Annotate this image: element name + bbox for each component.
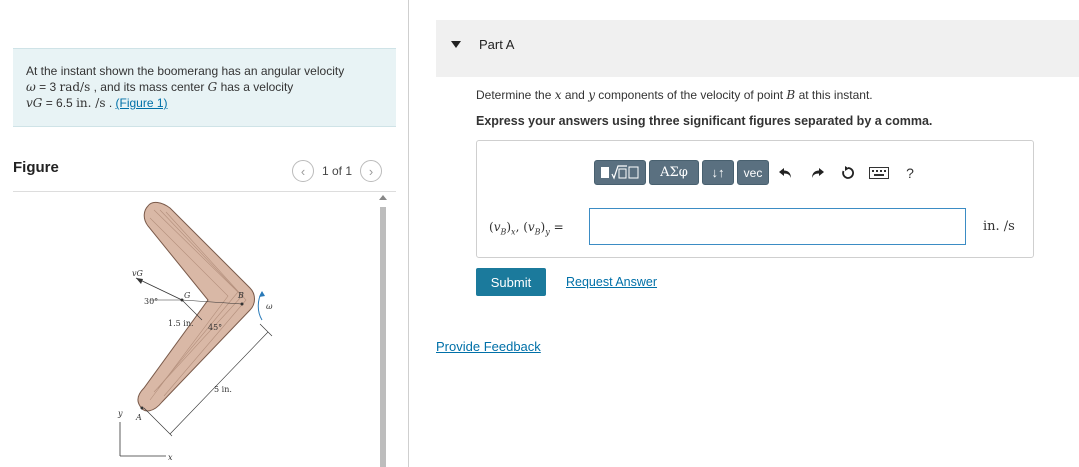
problem-end: . [105, 96, 116, 110]
g-symbol: G [207, 80, 218, 94]
vg-arrowhead [136, 278, 143, 284]
redo-icon[interactable] [803, 160, 831, 185]
left-pane: At the instant shown the boomerang has a… [0, 0, 409, 467]
label-a: A [135, 413, 142, 422]
label-vg: vG [132, 269, 144, 278]
question-suffix: components of the velocity of point [594, 88, 787, 102]
arrows-button[interactable]: ↓↑ [702, 160, 734, 185]
caret-down-icon[interactable] [451, 41, 461, 48]
reset-icon[interactable] [834, 160, 862, 185]
part-a-header[interactable]: Part A [436, 20, 1079, 77]
request-answer-link[interactable]: Request Answer [566, 275, 657, 289]
question-and: and [561, 88, 589, 102]
question-end: at this instant. [795, 88, 873, 102]
templates-button[interactable] [594, 160, 646, 185]
problem-statement: At the instant shown the boomerang has a… [13, 48, 396, 127]
question-prefix: Determine the [476, 88, 555, 102]
vg-symbol: vG [26, 96, 43, 110]
instruction-text: Express your answers using three signifi… [476, 114, 933, 128]
keyboard-icon[interactable] [865, 160, 893, 185]
unit-label: in. /s [983, 219, 1015, 234]
label-x: x [168, 453, 173, 462]
answer-input[interactable] [589, 208, 966, 245]
label-g: G [184, 291, 191, 300]
problem-intro: At the instant shown the boomerang has a… [26, 64, 345, 78]
pager-text: 1 of 1 [322, 164, 353, 178]
submit-button[interactable]: Submit [476, 268, 546, 296]
label-dist15: 1.5 in. [168, 319, 194, 328]
math-toolbar: ΑΣφ ↓↑ vec ? [594, 160, 924, 185]
scroll-thumb[interactable] [380, 207, 386, 467]
omega-arrowhead [259, 291, 265, 297]
expression-label: (vB)x, (vB)y = [489, 220, 564, 237]
dim-15-line [181, 299, 203, 321]
label-y: y [117, 409, 123, 418]
vg-arrow [135, 277, 183, 301]
point-a [140, 406, 144, 410]
figure-link[interactable]: (Figure 1) [116, 96, 168, 110]
vg-value: = 6.5 [42, 96, 77, 110]
omega-unit: rad/s [59, 80, 91, 94]
chevron-left-icon[interactable]: ‹ [292, 160, 314, 182]
label-angle45: 45° [208, 323, 222, 332]
omega-symbol: ω [26, 80, 36, 94]
chevron-right-icon[interactable]: › [360, 160, 383, 182]
problem-mid2: has a velocity [217, 80, 294, 94]
b-symbol: B [786, 88, 796, 102]
question-text: Determine the x and y components of the … [476, 88, 873, 102]
answer-box: ΑΣφ ↓↑ vec ? (vB)x, (vB)y = in. /s [476, 140, 1034, 258]
vg-unit: in. /s [76, 96, 106, 110]
boomerang-shape [137, 201, 255, 412]
greek-symbols-button[interactable]: ΑΣφ [649, 160, 699, 185]
dim-ext2 [143, 407, 173, 437]
figure-pager: ‹ 1 of 1 › [292, 160, 383, 182]
provide-feedback-link[interactable]: Provide Feedback [436, 339, 541, 354]
right-pane: Part A Determine the x and y components … [436, 0, 1079, 467]
part-title[interactable]: Part A [479, 37, 514, 52]
y-symbol: y [588, 88, 595, 102]
boomerang-figure: vG 30° G B 1.5 in. 45° ω 5 in. A y x [117, 201, 273, 462]
point-b [240, 302, 244, 306]
omega-value: = 3 [35, 80, 60, 94]
scroll-up-arrow-icon[interactable] [379, 195, 387, 200]
undo-icon[interactable] [772, 160, 800, 185]
figure-scrollbar[interactable] [378, 193, 388, 467]
help-icon[interactable]: ? [896, 160, 924, 185]
templates-icon [601, 165, 639, 180]
label-dist5: 5 in. [214, 385, 232, 394]
vec-button[interactable]: vec [737, 160, 769, 185]
label-angle30: 30° [144, 297, 158, 306]
label-omega: ω [266, 302, 273, 311]
figure-heading: Figure [13, 159, 59, 176]
label-b: B [237, 291, 244, 300]
problem-mid: , and its mass center [90, 80, 208, 94]
